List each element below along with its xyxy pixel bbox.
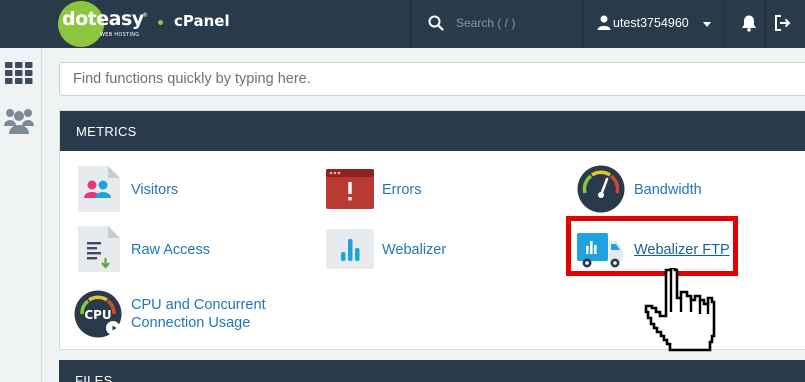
logo-wordmark: doteasy	[62, 8, 144, 30]
metrics-item-webalizer[interactable]: Webalizer	[326, 225, 466, 275]
username-menu[interactable]: utest3754960	[613, 16, 689, 30]
cpu-icon-text: CPU	[84, 308, 111, 322]
errors-label[interactable]: Errors	[382, 181, 421, 199]
header-search-input[interactable]: Search ( / )	[456, 16, 515, 30]
raw-access-label[interactable]: Raw Access	[131, 241, 210, 259]
gauge-icon	[577, 165, 625, 213]
metrics-item-errors[interactable]: Errors	[326, 165, 436, 215]
left-sidebar	[0, 48, 42, 382]
visitors-icon	[78, 166, 120, 212]
visitors-label[interactable]: Visitors	[131, 181, 178, 199]
chevron-down-icon[interactable]	[703, 22, 711, 27]
metrics-item-bandwidth[interactable]: Bandwidth	[577, 165, 717, 215]
files-title: FILES	[75, 373, 113, 382]
metrics-item-cpu-usage[interactable]: CPU CPU and Concurrent Connection Usage	[74, 290, 284, 338]
brand-title: cPanel	[174, 12, 230, 30]
metrics-title: METRICS	[76, 124, 137, 139]
cpu-gauge-icon: CPU	[74, 290, 122, 338]
files-panel-header[interactable]: FILES	[59, 360, 805, 382]
metrics-item-raw-access[interactable]: Raw Access	[74, 225, 214, 275]
hand-pointer-icon	[644, 268, 716, 352]
find-functions-input[interactable]	[60, 63, 805, 95]
users-icon[interactable]	[4, 106, 34, 134]
user-icon[interactable]	[597, 15, 611, 30]
webalizer-label[interactable]: Webalizer	[382, 241, 446, 259]
divider	[410, 0, 411, 48]
error-window-icon	[326, 169, 374, 209]
cpu-label-line2[interactable]: Connection Usage	[131, 314, 250, 332]
bell-icon[interactable]	[740, 14, 758, 32]
metrics-panel-header[interactable]: METRICS	[60, 111, 805, 151]
cpu-label-line1[interactable]: CPU and Concurrent	[131, 296, 266, 314]
find-functions-box[interactable]	[59, 62, 805, 96]
metrics-item-visitors[interactable]: Visitors	[74, 165, 184, 215]
logout-icon[interactable]	[774, 15, 792, 31]
highlight-box	[566, 216, 738, 276]
logo-registered-mark: ®	[142, 12, 148, 19]
divider	[723, 0, 724, 48]
brand-dot	[158, 20, 163, 25]
search-icon[interactable]	[428, 15, 444, 31]
bandwidth-label[interactable]: Bandwidth	[634, 181, 702, 199]
logo-subtext: WEB HOSTING	[100, 32, 140, 38]
divider	[765, 0, 766, 48]
divider	[582, 0, 583, 48]
grid-icon[interactable]	[5, 62, 33, 84]
bar-chart-icon	[326, 229, 374, 269]
raw-access-file-icon	[78, 226, 120, 272]
dotEasy-logo[interactable]: doteasy WEB HOSTING ®	[58, 1, 148, 47]
top-bar: doteasy WEB HOSTING ® cPanel Search ( / …	[0, 0, 805, 48]
